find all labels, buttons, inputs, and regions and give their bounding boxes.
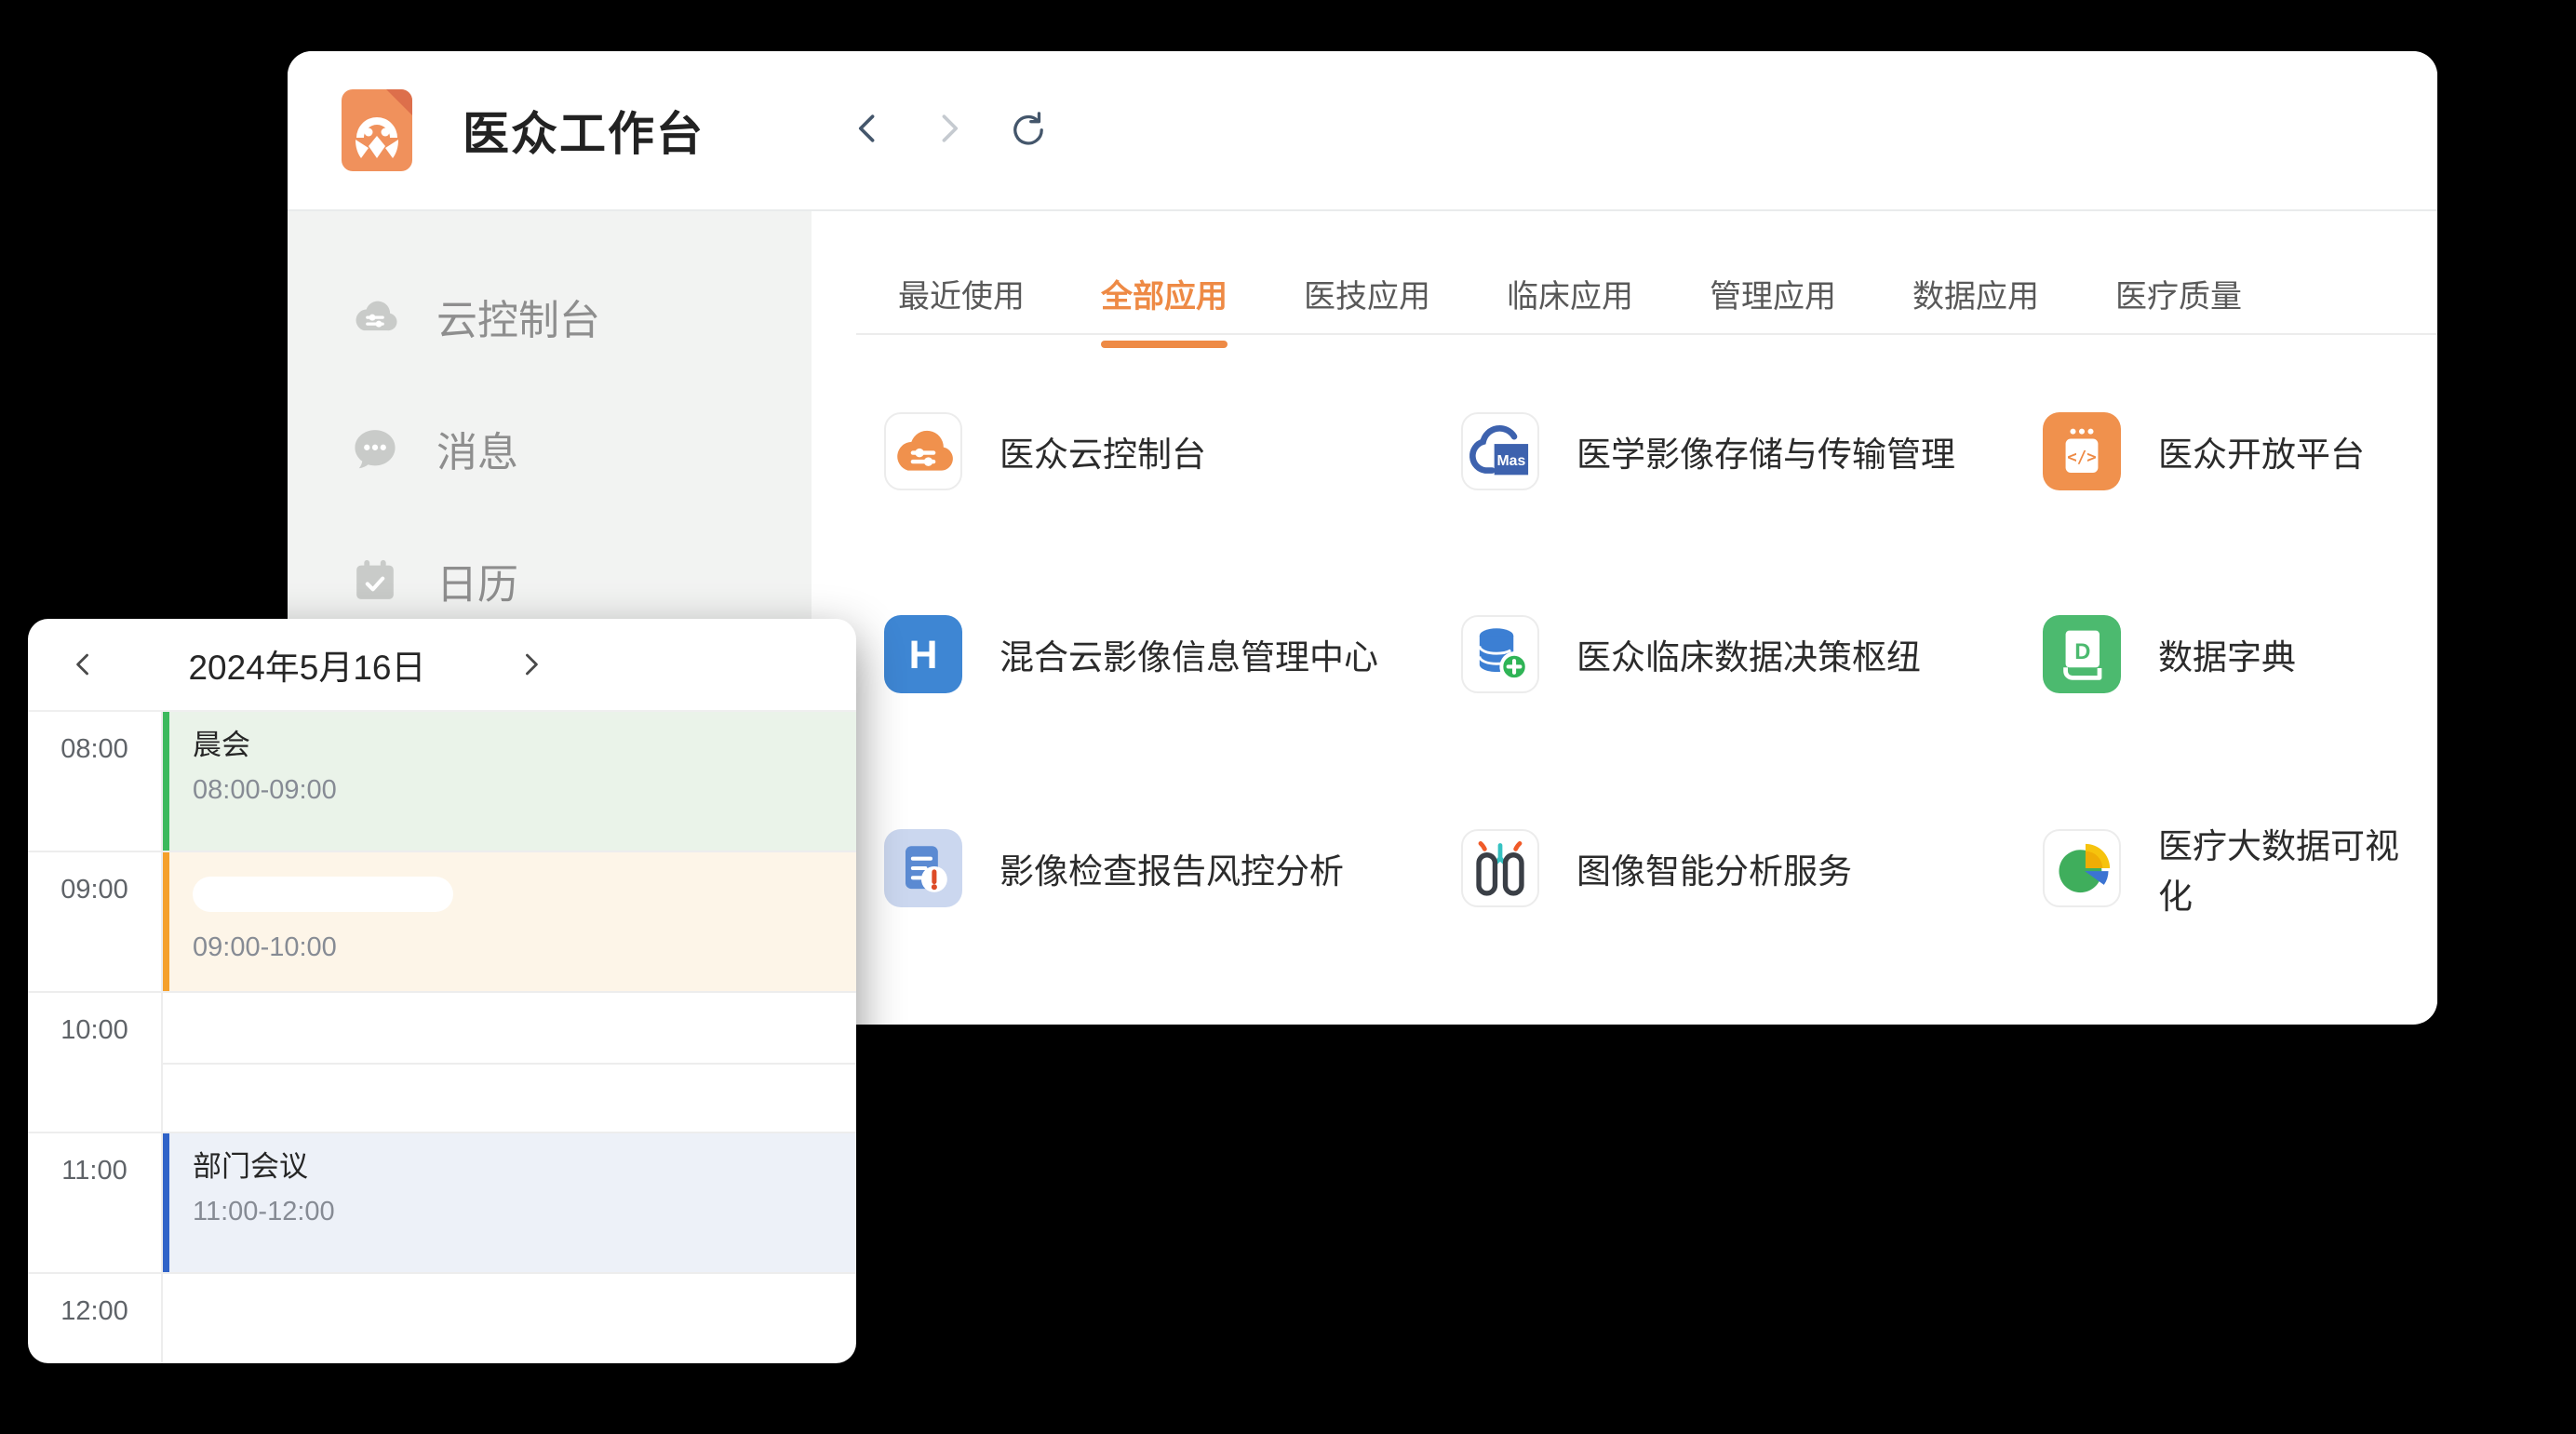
app-label: 医疗大数据可视化 — [2158, 818, 2419, 918]
hybrid-h-icon: H — [884, 615, 962, 693]
day-calendar-panel: 2024年5月16日 08:0009:0010:0011:0012:00晨会08… — [28, 619, 856, 1363]
sidebar-item-2[interactable]: 消息 — [288, 382, 812, 515]
app-label: 混合云影像信息管理中心 — [1000, 629, 1378, 679]
tab-label: 数据应用 — [1912, 279, 2039, 315]
app-item-8[interactable]: 图像智能分析服务 — [1461, 818, 2043, 918]
event-time: 08:00-09:00 — [193, 775, 856, 806]
tabs-divider — [856, 333, 2437, 335]
calendar-event-2[interactable]: 09:00-10:00 — [163, 852, 856, 991]
message-icon — [349, 422, 401, 475]
tab-label: 全部应用 — [1101, 279, 1228, 315]
calendar-prev-day-button[interactable] — [56, 637, 112, 692]
tab-2[interactable]: 全部应用 — [1101, 271, 1228, 342]
event-title: 部门会议 — [193, 1148, 856, 1186]
app-item-6[interactable]: D 数据字典 — [2043, 615, 2419, 693]
chevron-right-icon — [928, 108, 969, 154]
sidebar-item-label: 云控制台 — [436, 287, 600, 346]
calendar-event-3[interactable]: 部门会议 11:00-12:00 — [163, 1133, 856, 1272]
active-tab-underline — [1101, 341, 1228, 348]
time-label: 10:00 — [28, 993, 163, 1132]
svg-text:D: D — [2074, 639, 2090, 664]
app-label: 医学影像存储与传输管理 — [1576, 426, 1955, 476]
window-header: 医众工作台 — [288, 51, 2437, 211]
sidebar-item-label: 日历 — [436, 551, 518, 610]
time-label: 08:00 — [28, 712, 163, 851]
sidebar-item-label: 消息 — [436, 419, 518, 478]
tab-4[interactable]: 临床应用 — [1507, 271, 1633, 342]
tab-label: 管理应用 — [1710, 279, 1836, 315]
dictionary-book-icon: D — [2043, 615, 2121, 693]
refresh-button[interactable] — [1004, 106, 1053, 154]
browser-nav — [844, 106, 1053, 154]
time-label: 11:00 — [28, 1133, 163, 1272]
report-risk-icon — [884, 829, 962, 907]
tab-7[interactable]: 医疗质量 — [2115, 271, 2242, 342]
event-time: 11:00-12:00 — [193, 1197, 856, 1227]
tab-3[interactable]: 医技应用 — [1304, 271, 1430, 342]
mas-cloud-icon: Mas — [1461, 412, 1539, 490]
tab-label: 医疗质量 — [2115, 279, 2242, 315]
tab-1[interactable]: 最近使用 — [898, 271, 1025, 342]
forward-button[interactable] — [924, 106, 973, 154]
pie-chart-icon — [2043, 829, 2121, 907]
calendar-date: 2024年5月16日 — [112, 639, 503, 690]
app-item-5[interactable]: 医众临床数据决策枢纽 — [1461, 615, 2043, 693]
tab-6[interactable]: 数据应用 — [1912, 271, 2039, 342]
svg-text:H: H — [909, 633, 938, 677]
svg-text:Mas: Mas — [1496, 453, 1525, 469]
calendar-event-1[interactable]: 晨会 08:00-09:00 — [163, 712, 856, 851]
window-title: 医众工作台 — [463, 97, 704, 164]
svg-text:</>: </> — [2067, 449, 2096, 467]
event-title: 晨会 — [193, 727, 856, 764]
refresh-icon — [1008, 108, 1049, 154]
app-item-1[interactable]: 医众云控制台 — [884, 412, 1461, 490]
event-time: 09:00-10:00 — [193, 932, 856, 963]
cloud-console-icon — [884, 412, 962, 490]
back-button[interactable] — [844, 106, 892, 154]
redacted-event-title — [193, 877, 453, 912]
app-label: 医众云控制台 — [1000, 426, 1206, 476]
app-grid: 医众云控制台Mas 医学影像存储与传输管理</> 医众开放平台H 混合云影像信息… — [884, 412, 2419, 918]
sidebar-item-1[interactable]: 云控制台 — [288, 250, 812, 382]
calendar-header: 2024年5月16日 — [28, 619, 856, 712]
calendar-row-12:00: 12:00 — [28, 1274, 856, 1363]
app-item-3[interactable]: </> 医众开放平台 — [2043, 412, 2419, 490]
app-label: 医众临床数据决策枢纽 — [1576, 629, 1921, 679]
category-tabs: 最近使用 全部应用 医技应用 临床应用 管理应用 数据应用 医疗质量 — [898, 271, 2242, 342]
calendar-grid: 08:0009:0010:0011:0012:00 晨会 08:00-09:00 09… — [28, 712, 856, 1363]
app-label: 影像检查报告风控分析 — [1000, 843, 1344, 893]
app-label: 图像智能分析服务 — [1576, 843, 1852, 893]
time-label: 12:00 — [28, 1274, 163, 1363]
app-label: 医众开放平台 — [2158, 426, 2365, 476]
app-item-9[interactable]: 医疗大数据可视化 — [2043, 818, 2419, 918]
database-plus-icon — [1461, 615, 1539, 693]
app-label: 数据字典 — [2158, 629, 2296, 679]
app-item-2[interactable]: Mas 医学影像存储与传输管理 — [1461, 412, 2043, 490]
tab-label: 最近使用 — [898, 279, 1025, 315]
tab-label: 医技应用 — [1304, 279, 1430, 315]
workbench-logo-icon — [330, 84, 423, 177]
content-area: 最近使用 全部应用 医技应用 临床应用 管理应用 数据应用 医疗质量 医众云控制台 Mas 医… — [812, 211, 2437, 1023]
calendar-icon — [349, 555, 401, 607]
open-platform-icon: </> — [2043, 412, 2121, 490]
tab-5[interactable]: 管理应用 — [1710, 271, 1836, 342]
chevron-left-icon — [848, 108, 889, 154]
time-label: 09:00 — [28, 852, 163, 991]
app-item-4[interactable]: H 混合云影像信息管理中心 — [884, 615, 1461, 693]
app-item-7[interactable]: 影像检查报告风控分析 — [884, 818, 1461, 918]
calendar-row-10:00: 10:00 — [28, 993, 856, 1133]
calendar-next-day-button[interactable] — [503, 637, 558, 692]
tab-label: 临床应用 — [1507, 279, 1633, 315]
lungs-icon — [1461, 829, 1539, 907]
cloud-console-icon — [349, 290, 401, 342]
